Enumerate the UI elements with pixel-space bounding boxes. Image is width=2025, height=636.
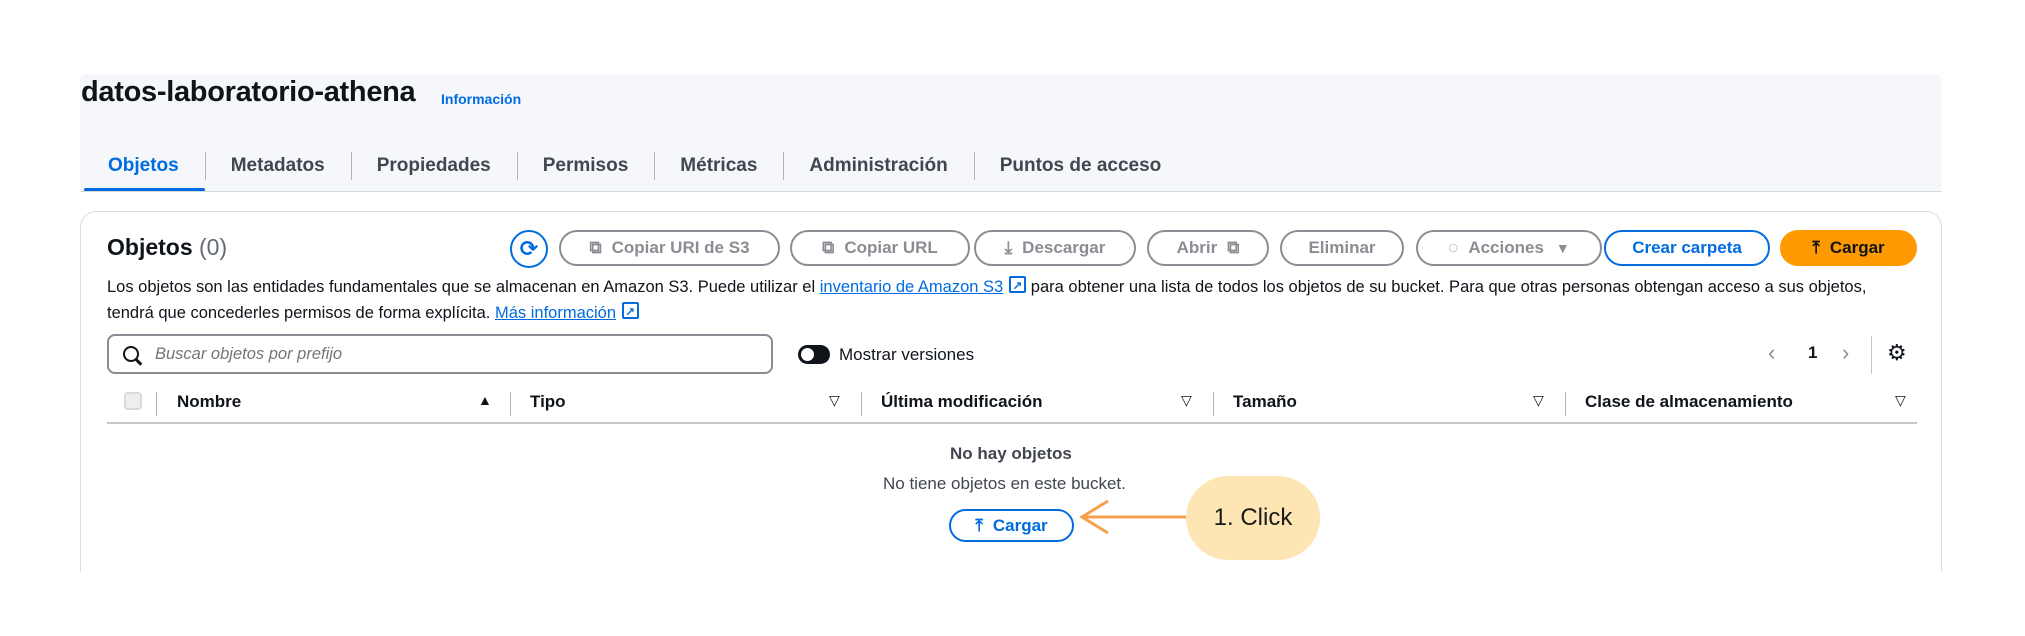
chevron-left-icon[interactable]: ‹ (1768, 340, 1775, 366)
sort-icon[interactable]: ▽ (1533, 392, 1544, 409)
tab-permisos[interactable]: Permisos (516, 140, 655, 192)
copy-url-label: Copiar URL (844, 238, 938, 257)
delete-button[interactable]: Eliminar (1280, 230, 1404, 266)
actions-dropdown[interactable]: ◌ Acciones ▼ (1416, 230, 1602, 266)
create-folder-label: Crear carpeta (1632, 238, 1742, 257)
download-label: Descargar (1022, 238, 1106, 257)
empty-state-upload-label: Cargar (992, 515, 1048, 535)
column-header-size[interactable]: Tamaño (1233, 392, 1297, 412)
column-header-storage-class[interactable]: Clase de almacenamiento (1585, 392, 1793, 412)
tab-administracion[interactable]: Administración (783, 140, 973, 192)
copy-uri-button[interactable]: ⧉ Copiar URI de S3 (559, 230, 780, 266)
column-divider (1565, 392, 1566, 416)
copy-icon: ⧉ (822, 238, 835, 257)
column-divider (156, 392, 157, 416)
download-icon: ⤓ (1004, 238, 1013, 257)
column-header-name[interactable]: Nombre (177, 392, 241, 412)
external-link-icon (1009, 273, 1027, 299)
open-label: Abrir (1176, 238, 1218, 257)
column-divider (510, 392, 511, 416)
column-header-type[interactable]: Tipo (530, 392, 566, 412)
tabs-divider (80, 191, 1942, 192)
info-link[interactable]: Información (441, 91, 521, 107)
column-divider (1213, 392, 1214, 416)
copy-url-button[interactable]: ⧉ Copiar URL (790, 230, 970, 266)
external-link-icon (622, 299, 640, 325)
column-header-last-modified[interactable]: Última modificación (881, 392, 1043, 412)
tab-bar: Objetos Metadatos Propiedades Permisos M… (84, 140, 1187, 192)
page-number[interactable]: 1 (1808, 343, 1817, 363)
refresh-icon: ⟳ (519, 236, 539, 261)
delete-label: Eliminar (1308, 238, 1376, 257)
tab-metricas[interactable]: Métricas (654, 140, 783, 192)
page-title: datos-laboratorio-athena (81, 76, 416, 108)
sort-icon[interactable]: ▽ (829, 392, 840, 409)
chevron-right-icon[interactable]: › (1842, 340, 1849, 366)
objects-description: Los objetos son las entidades fundamenta… (107, 273, 1917, 326)
objects-count: (0) (199, 234, 228, 260)
tab-puntos-de-acceso[interactable]: Puntos de acceso (973, 140, 1188, 192)
annotation-callout: 1. Click (1186, 476, 1320, 560)
sort-ascending-icon[interactable]: ▲ (478, 392, 492, 408)
sort-icon[interactable]: ▽ (1895, 392, 1906, 409)
objects-heading: Objetos (0) (107, 234, 227, 261)
sort-icon[interactable]: ▽ (1181, 392, 1192, 409)
empty-state-upload-button[interactable]: ⤒ Cargar (949, 509, 1074, 542)
objects-title: Objetos (107, 234, 193, 260)
tab-propiedades[interactable]: Propiedades (350, 140, 517, 192)
tab-metadatos[interactable]: Metadatos (204, 140, 351, 192)
table-header: Nombre ▲ Tipo ▽ Última modificación ▽ Ta… (107, 386, 1917, 424)
upload-button[interactable]: ⤒ Cargar (1780, 230, 1917, 266)
copy-icon: ⧉ (589, 238, 602, 257)
tab-objetos[interactable]: Objetos (84, 140, 205, 192)
upload-icon: ⤒ (1812, 238, 1820, 257)
description-text-1: Los objetos son las entidades fundamenta… (107, 278, 816, 296)
download-button[interactable]: ⤓ Descargar (974, 230, 1136, 266)
search-input[interactable] (153, 343, 717, 365)
search-box (107, 334, 773, 374)
show-versions-toggle[interactable] (798, 345, 830, 364)
caret-down-icon: ▼ (1555, 240, 1570, 256)
more-info-link[interactable]: Más información (495, 299, 640, 325)
create-folder-button[interactable]: Crear carpeta (1604, 230, 1770, 266)
column-divider (861, 392, 862, 416)
gear-icon[interactable]: ⚙ (1887, 340, 1907, 366)
spinner-icon: ◌ (1448, 238, 1459, 257)
upload-label: Cargar (1829, 238, 1885, 257)
open-button[interactable]: Abrir ⧉ (1147, 230, 1269, 266)
copy-uri-label: Copiar URI de S3 (611, 238, 750, 257)
refresh-button[interactable]: ⟳ (510, 230, 548, 268)
annotation-arrow (1079, 499, 1186, 535)
empty-state-title: No hay objetos (950, 444, 1072, 463)
upload-icon: ⤒ (975, 515, 983, 535)
pagination-divider (1871, 336, 1872, 374)
external-link-icon: ⧉ (1227, 238, 1240, 257)
select-all-checkbox[interactable] (124, 392, 142, 410)
actions-label: Acciones (1468, 238, 1544, 257)
search-icon (123, 346, 139, 362)
empty-state-subtitle: No tiene objetos en este bucket. (883, 474, 1126, 493)
inventory-link[interactable]: inventario de Amazon S3 (820, 273, 1027, 299)
show-versions-label: Mostrar versiones (839, 345, 975, 364)
